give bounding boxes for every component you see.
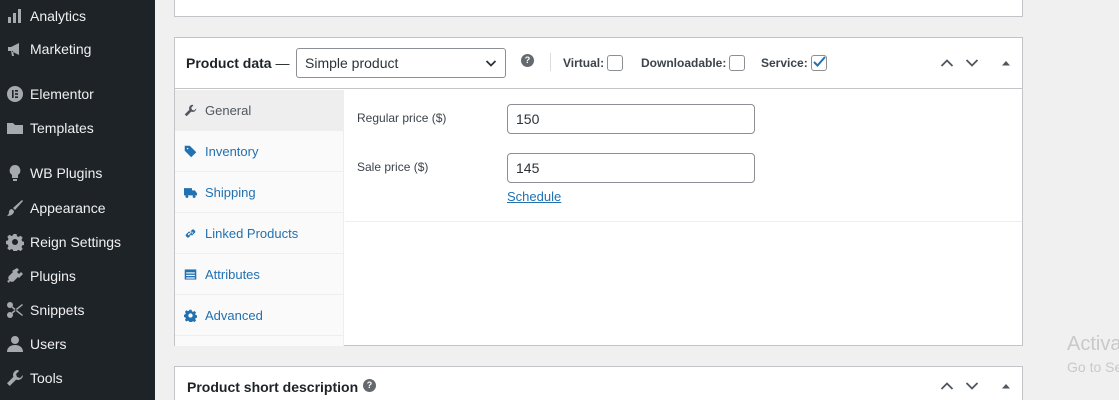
tab-linked-products[interactable]: Linked Products <box>175 213 344 254</box>
sidebar-item-plugins[interactable]: Plugins <box>0 261 155 291</box>
sidebar-item-snippets[interactable]: Snippets <box>0 295 155 325</box>
tab-label: Attributes <box>205 266 260 282</box>
wrench-icon <box>0 369 30 387</box>
sale-price-label: Sale price ($) <box>357 160 429 174</box>
chevron-down-icon <box>965 382 979 390</box>
sidebar-item-label: Templates <box>30 120 94 136</box>
sidebar-item-label: Appearance <box>30 200 106 216</box>
product-data-metabox: Product data — Simple product ? Virtual:… <box>174 37 1023 346</box>
separator <box>550 53 551 71</box>
downloadable-checkbox[interactable] <box>729 55 746 71</box>
plug-icon <box>0 267 30 285</box>
caret-up-icon <box>1002 384 1010 389</box>
collapse-toggle-button[interactable] <box>999 56 1013 75</box>
sale-price-input[interactable] <box>507 153 755 183</box>
tag-icon <box>175 145 205 158</box>
sidebar-item-tools[interactable]: Tools <box>0 363 155 393</box>
sidebar-item-label: Marketing <box>30 41 92 57</box>
previous-metabox <box>174 0 1023 17</box>
activation-watermark-subtitle: Go to Se <box>1067 359 1119 375</box>
move-down-button[interactable] <box>965 56 979 75</box>
product-data-tabs: General Inventory Shipping Linked Produc… <box>175 90 344 346</box>
megaphone-icon <box>0 40 30 58</box>
lightbulb-icon <box>0 164 30 182</box>
virtual-option[interactable]: Virtual: <box>563 55 624 71</box>
virtual-checkbox[interactable] <box>607 55 624 71</box>
tab-advanced[interactable]: Advanced <box>175 295 344 336</box>
sidebar-item-templates[interactable]: Templates <box>0 113 155 143</box>
gear-icon <box>0 233 30 251</box>
sidebar-item-label: Tools <box>30 370 63 386</box>
short-description-title: Product short description <box>187 379 359 395</box>
caret-up-icon <box>1002 61 1010 66</box>
bar-chart-icon <box>0 7 30 25</box>
tab-label: Linked Products <box>205 225 299 241</box>
sidebar-item-label: Analytics <box>30 8 87 24</box>
product-data-title: Product data — <box>186 55 289 71</box>
sidebar-item-marketing[interactable]: Marketing <box>0 34 155 64</box>
chevron-up-icon <box>940 382 954 390</box>
move-down-button[interactable] <box>965 379 979 398</box>
sidebar-item-label: Users <box>30 336 67 352</box>
sidebar-item-wb-plugins[interactable]: WB Plugins <box>0 158 155 188</box>
divider <box>345 221 1022 222</box>
tab-label: Inventory <box>205 143 259 159</box>
tab-label: General <box>205 102 252 118</box>
wrench-icon <box>175 104 205 117</box>
tab-attributes[interactable]: Attributes <box>175 254 344 295</box>
tab-label: Advanced <box>205 307 263 323</box>
move-up-button[interactable] <box>940 56 954 75</box>
schedule-link[interactable]: Schedule <box>507 189 561 204</box>
gear-icon <box>175 309 205 322</box>
chevron-down-icon <box>485 60 497 67</box>
help-icon[interactable]: ? <box>363 379 376 392</box>
checkmark-icon <box>812 56 826 67</box>
sidebar-item-elementor[interactable]: Elementor <box>0 79 155 109</box>
product-data-header: Product data — Simple product ? Virtual:… <box>175 38 1022 89</box>
list-icon <box>175 268 205 281</box>
service-checkbox[interactable] <box>810 55 827 71</box>
regular-price-input[interactable] <box>507 104 755 134</box>
sidebar-item-label: WB Plugins <box>30 165 103 181</box>
link-icon <box>175 227 205 240</box>
sidebar-item-users[interactable]: Users <box>0 329 155 359</box>
virtual-label: Virtual: <box>563 56 605 70</box>
sidebar-item-label: Snippets <box>30 302 85 318</box>
service-option[interactable]: Service: <box>761 55 827 71</box>
product-type-select[interactable]: Simple product <box>296 48 506 78</box>
sidebar-item-label: Reign Settings <box>30 234 122 250</box>
sidebar-item-label: Plugins <box>30 268 76 284</box>
sidebar-item-analytics[interactable]: Analytics <box>0 1 155 31</box>
folder-icon <box>0 119 30 137</box>
regular-price-label: Regular price ($) <box>357 111 447 125</box>
truck-icon <box>175 186 205 199</box>
chevron-down-icon <box>965 59 979 67</box>
product-type-selected: Simple product <box>305 55 399 71</box>
sidebar-item-appearance[interactable]: Appearance <box>0 193 155 223</box>
service-label: Service: <box>761 56 808 70</box>
tab-inventory[interactable]: Inventory <box>175 131 344 172</box>
sidebar-item-reign-settings[interactable]: Reign Settings <box>0 227 155 257</box>
title-dash: — <box>275 55 290 71</box>
move-up-button[interactable] <box>940 379 954 398</box>
tab-general[interactable]: General <box>175 90 344 131</box>
short-description-metabox: Product short description ? <box>174 366 1023 400</box>
chevron-up-icon <box>940 59 954 67</box>
elementor-icon <box>0 85 30 103</box>
general-panel: Regular price ($) Sale price ($) Schedul… <box>345 90 1022 346</box>
user-icon <box>0 335 30 353</box>
admin-sidebar: Analytics Marketing Elementor Templates … <box>0 0 155 400</box>
downloadable-option[interactable]: Downloadable: <box>641 55 746 71</box>
scissors-icon <box>0 301 30 319</box>
downloadable-label: Downloadable: <box>641 56 727 70</box>
tab-shipping[interactable]: Shipping <box>175 172 344 213</box>
paintbrush-icon <box>0 199 30 217</box>
sidebar-item-label: Elementor <box>30 86 94 102</box>
tab-label: Shipping <box>205 184 256 200</box>
activation-watermark-title: Activa <box>1067 333 1119 355</box>
collapse-toggle-button[interactable] <box>999 379 1013 398</box>
help-icon[interactable]: ? <box>521 54 534 67</box>
product-data-title-text: Product data <box>186 55 272 71</box>
